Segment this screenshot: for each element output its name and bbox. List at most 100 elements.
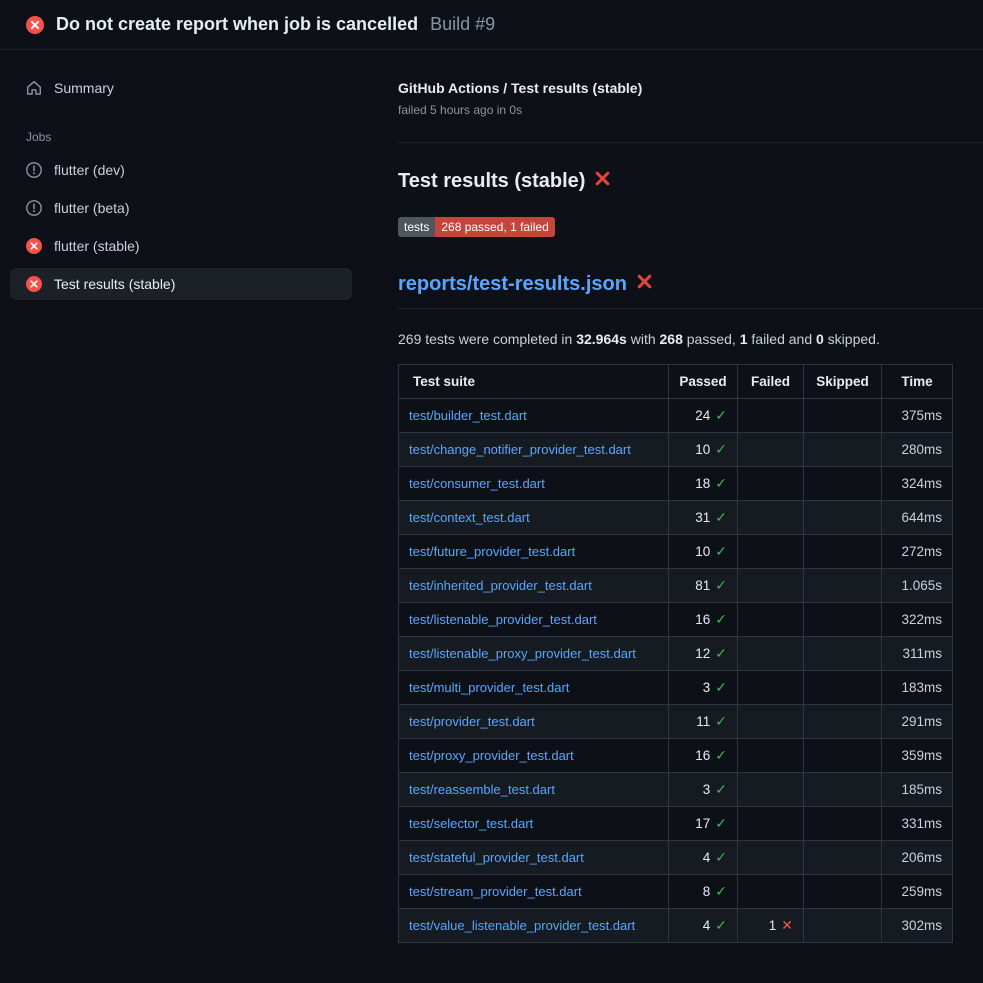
- passed-cell: 16 ✓: [669, 739, 738, 773]
- divider: [398, 142, 983, 143]
- cross-icon: ✕: [781, 917, 793, 933]
- suite-link[interactable]: test/proxy_provider_test.dart: [409, 748, 574, 763]
- suite-link[interactable]: test/listenable_proxy_provider_test.dart: [409, 646, 636, 661]
- suite-link[interactable]: test/inherited_provider_test.dart: [409, 578, 592, 593]
- passed-cell: 17✓: [669, 807, 738, 841]
- suite-link[interactable]: test/stateful_provider_test.dart: [409, 850, 584, 865]
- table-row: test/future_provider_test.dart 10✓ 272ms: [399, 535, 953, 569]
- table-row: test/builder_test.dart 24✓ 375ms: [399, 399, 953, 433]
- suite-cell: test/multi_provider_test.dart: [399, 671, 669, 705]
- failed-cell: [738, 569, 804, 603]
- failed-cell: [738, 841, 804, 875]
- job-label: flutter (stable): [54, 238, 140, 254]
- report-link[interactable]: reports/test-results.json: [398, 273, 627, 296]
- time-cell: 272ms: [882, 535, 953, 569]
- check-icon: ✓: [715, 611, 727, 627]
- time-cell: 1.065s: [882, 569, 953, 603]
- failed-cell: [738, 773, 804, 807]
- table-row: test/listenable_proxy_provider_test.dart…: [399, 637, 953, 671]
- failed-count: 1: [769, 918, 777, 933]
- passed-count: 11: [696, 714, 710, 729]
- job-neutral-icon: [26, 200, 42, 216]
- passed-cell: 8✓: [669, 875, 738, 909]
- suite-link[interactable]: test/builder_test.dart: [409, 408, 527, 423]
- table-header-row: Test suite Passed Failed Skipped Time: [399, 365, 953, 399]
- table-row: test/consumer_test.dart 18✓ 324ms: [399, 467, 953, 501]
- job-detail-panel: GitHub Actions / Test results (stable) f…: [362, 50, 983, 983]
- job-label: Test results (stable): [54, 276, 175, 292]
- time-cell: 375ms: [882, 399, 953, 433]
- table-row: test/selector_test.dart 17✓ 331ms: [399, 807, 953, 841]
- report-failed-x-icon: [636, 273, 653, 296]
- sidebar-item-summary[interactable]: Summary: [10, 72, 352, 104]
- skipped-cell: [804, 501, 882, 535]
- suite-link[interactable]: test/change_notifier_provider_test.dart: [409, 442, 631, 457]
- time-cell: 322ms: [882, 603, 953, 637]
- job-status-line: failed 5 hours ago in 0s: [398, 103, 983, 117]
- table-row: test/change_notifier_provider_test.dart …: [399, 433, 953, 467]
- failed-cell: [738, 535, 804, 569]
- skipped-cell: [804, 841, 882, 875]
- check-icon: ✓: [715, 679, 727, 695]
- sidebar-summary-label: Summary: [54, 80, 114, 96]
- sidebar-job-item[interactable]: flutter (dev): [10, 154, 352, 186]
- table-row: test/proxy_provider_test.dart 16✓ 359ms: [399, 739, 953, 773]
- passed-cell: 4✓: [669, 841, 738, 875]
- job-neutral-icon: [26, 162, 42, 178]
- suite-cell: test/provider_test.dart: [399, 705, 669, 739]
- failed-circle-icon: [26, 16, 44, 34]
- suite-link[interactable]: test/provider_test.dart: [409, 714, 535, 729]
- suite-link[interactable]: test/listenable_provider_test.dart: [409, 612, 597, 627]
- failed-cell: [738, 807, 804, 841]
- table-row: test/inherited_provider_test.dart 81✓ 1.…: [399, 569, 953, 603]
- failed-cell: [738, 671, 804, 705]
- failed-cell: [738, 433, 804, 467]
- home-icon: [26, 80, 42, 96]
- passed-count: 12: [695, 646, 710, 661]
- suite-link[interactable]: test/stream_provider_test.dart: [409, 884, 582, 899]
- suite-cell: test/value_listenable_provider_test.dart: [399, 909, 669, 943]
- suite-link[interactable]: test/selector_test.dart: [409, 816, 533, 831]
- suite-link[interactable]: test/reassemble_test.dart: [409, 782, 555, 797]
- suite-cell: test/context_test.dart: [399, 501, 669, 535]
- check-icon: ✓: [715, 917, 727, 933]
- tests-badge-label: tests: [398, 217, 435, 237]
- sidebar-job-item[interactable]: Test results (stable): [10, 268, 352, 300]
- sidebar-job-item[interactable]: flutter (stable): [10, 230, 352, 262]
- failed-cell: [738, 603, 804, 637]
- skipped-cell: [804, 807, 882, 841]
- section-title: Test results (stable): [398, 170, 983, 193]
- table-row: test/value_listenable_provider_test.dart…: [399, 909, 953, 943]
- suite-cell: test/consumer_test.dart: [399, 467, 669, 501]
- passed-count: 18: [695, 476, 710, 491]
- suite-link[interactable]: test/value_listenable_provider_test.dart: [409, 918, 635, 933]
- jobs-section-label: Jobs: [26, 130, 336, 144]
- passed-count: 10: [695, 442, 710, 457]
- failed-cell: [738, 467, 804, 501]
- tests-badge-value: 268 passed, 1 failed: [435, 217, 554, 237]
- suite-link[interactable]: test/consumer_test.dart: [409, 476, 545, 491]
- suite-link[interactable]: test/context_test.dart: [409, 510, 530, 525]
- failed-x-icon: [594, 170, 611, 193]
- job-failed-icon: [26, 238, 42, 254]
- skipped-cell: [804, 909, 882, 943]
- time-cell: 324ms: [882, 467, 953, 501]
- passed-count: 16: [695, 748, 710, 763]
- suite-link[interactable]: test/future_provider_test.dart: [409, 544, 575, 559]
- suite-cell: test/builder_test.dart: [399, 399, 669, 433]
- suite-link[interactable]: test/multi_provider_test.dart: [409, 680, 569, 695]
- sidebar-job-item[interactable]: flutter (beta): [10, 192, 352, 224]
- report-title: reports/test-results.json: [398, 273, 983, 309]
- passed-count: 10: [695, 544, 710, 559]
- suite-cell: test/proxy_provider_test.dart: [399, 739, 669, 773]
- time-cell: 311ms: [882, 637, 953, 671]
- time-cell: 280ms: [882, 433, 953, 467]
- suite-cell: test/reassemble_test.dart: [399, 773, 669, 807]
- check-icon: ✓: [715, 645, 727, 661]
- check-icon: ✓: [715, 713, 727, 729]
- passed-cell: 24✓: [669, 399, 738, 433]
- check-icon: ✓: [715, 747, 727, 763]
- skipped-cell: [804, 433, 882, 467]
- check-icon: ✓: [715, 781, 727, 797]
- time-cell: 185ms: [882, 773, 953, 807]
